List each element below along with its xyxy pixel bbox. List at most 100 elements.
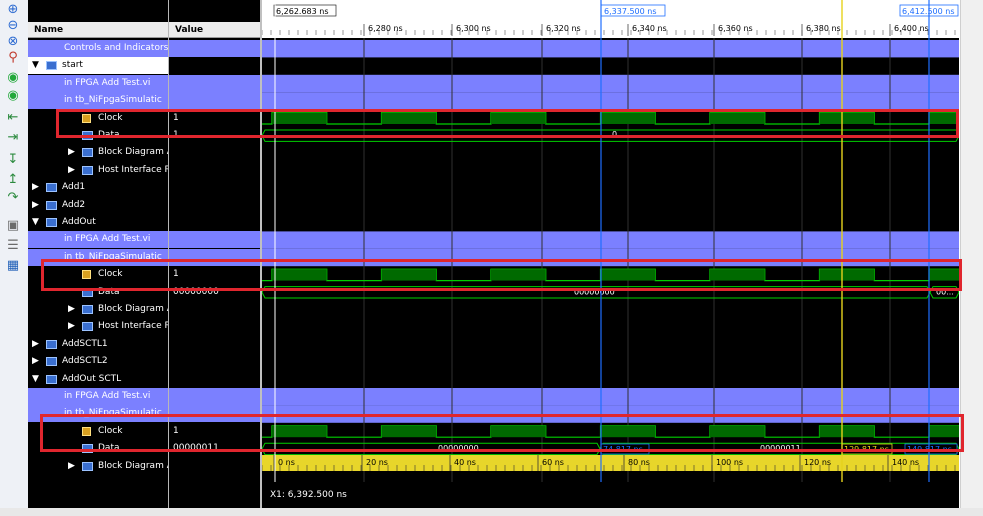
tree-row[interactable]: ▶ AddSCTL2 xyxy=(28,353,168,370)
signal-group-icon xyxy=(46,218,57,227)
value-cell xyxy=(169,179,260,196)
highlight-box-start-clock xyxy=(56,109,959,138)
debug-toolbar: ⊕ ⊖ ⊗ ⚲ ◉ ◉ ⇤ ⇥ ↧ ↥ ↷ ▣ ☰ ▦ xyxy=(0,0,29,516)
step-over-icon[interactable]: ↷ xyxy=(5,190,21,206)
tree-row-label: start xyxy=(62,60,83,71)
tree-row-label: Host Interface Re xyxy=(98,321,168,332)
value-column-header[interactable]: Value xyxy=(169,22,260,38)
expand-closed-icon[interactable]: ▶ xyxy=(32,353,39,370)
tree-row-label: in tb_NiFpgaSimulatic xyxy=(64,95,162,106)
value-cell xyxy=(169,57,260,74)
value-cell xyxy=(169,74,260,92)
signal-group-icon xyxy=(46,200,57,210)
tree-row-label: in FPGA Add Test.vi xyxy=(64,234,151,245)
tree-row[interactable]: in FPGA Add Test.vi xyxy=(28,74,168,92)
expand-closed-icon[interactable]: ▶ xyxy=(68,144,75,161)
tree-row-label: Block Diagram Ac xyxy=(98,460,168,471)
tree-row[interactable]: Controls and Indicators xyxy=(28,40,168,57)
signal-group-icon xyxy=(46,339,57,349)
section-band xyxy=(262,40,959,58)
tree-row-label: Host Interface Re xyxy=(98,164,168,175)
tree-row[interactable]: ▶ AddSCTL1 xyxy=(28,336,168,353)
tree-row[interactable]: ▼ start xyxy=(28,57,168,75)
name-column-header[interactable]: Name xyxy=(28,22,168,38)
step-out-icon[interactable]: ↥ xyxy=(5,172,21,188)
status-bar: X1: 6,392.500 ns xyxy=(262,482,959,508)
signal-group-icon xyxy=(46,374,57,384)
tree-row[interactable]: ▶ Block Diagram Ac xyxy=(28,144,168,161)
time-tick-label: 6,360 ns xyxy=(718,24,753,33)
zoom-out-icon[interactable]: ⊖ xyxy=(5,18,21,34)
expand-closed-icon[interactable]: ▶ xyxy=(68,162,75,179)
step-in-icon[interactable]: ↧ xyxy=(5,152,21,168)
marker-icon[interactable]: ⚲ xyxy=(5,50,21,66)
tree-row[interactable]: ▶ Add2 xyxy=(28,197,168,214)
signal-group-icon xyxy=(46,183,57,193)
highlight-box-addoutsctl-clock xyxy=(40,414,964,452)
zoom-fit-icon[interactable]: ⊗ xyxy=(5,34,21,50)
section-band xyxy=(262,231,959,249)
value-cell xyxy=(169,197,260,214)
value-cell xyxy=(169,353,260,370)
tree-row[interactable]: ▶ Host Interface Re xyxy=(28,318,168,335)
bottom-tick-label: 120 ns xyxy=(804,458,831,467)
signal-group-icon xyxy=(46,357,57,367)
section-band xyxy=(262,92,959,110)
signal-group-icon xyxy=(82,305,93,314)
section-band xyxy=(262,74,959,93)
tree-row-label: AddSCTL2 xyxy=(62,356,108,367)
tree-row[interactable]: ▼ AddOut xyxy=(28,214,168,231)
expand-closed-icon[interactable]: ▶ xyxy=(32,197,39,214)
signal-group-icon xyxy=(82,322,93,332)
time-tick-label: 6,300 ns xyxy=(456,24,491,33)
zoom-in-icon[interactable]: ⊕ xyxy=(5,2,21,18)
value-cell xyxy=(169,231,260,249)
expand-closed-icon[interactable]: ▶ xyxy=(32,179,39,196)
expand-closed-icon[interactable]: ▶ xyxy=(68,318,75,335)
bottom-tick-label: 0 ns xyxy=(278,458,295,467)
value-cell xyxy=(169,371,260,388)
value-cell xyxy=(169,92,260,110)
expand-closed-icon[interactable]: ▶ xyxy=(32,336,39,353)
tree-row[interactable]: ▼ AddOut SCTL xyxy=(28,371,168,388)
tree-row-label: AddOut xyxy=(62,217,96,227)
expand-open-icon[interactable]: ▼ xyxy=(32,371,39,388)
step-back-icon[interactable]: ⇤ xyxy=(5,110,21,126)
tree-row-label: Add1 xyxy=(62,182,86,193)
signal-group-icon xyxy=(82,461,93,471)
expand-open-icon[interactable]: ▼ xyxy=(32,214,39,231)
tree-row[interactable]: ▶ Host Interface Re xyxy=(28,162,168,179)
tree-row-label: in FPGA Add Test.vi xyxy=(64,77,151,88)
go-end-icon[interactable]: ◉ xyxy=(5,88,21,104)
tree-row[interactable]: ▶ Add1 xyxy=(28,179,168,196)
value-cell xyxy=(169,318,260,335)
list-view-icon[interactable]: ☰ xyxy=(5,238,21,254)
go-start-icon[interactable]: ◉ xyxy=(5,70,21,86)
step-forward-icon[interactable]: ⇥ xyxy=(5,130,21,146)
tree-row-label: Add2 xyxy=(62,199,86,210)
value-cell xyxy=(169,214,260,231)
tree-row-label: AddSCTL1 xyxy=(62,338,108,349)
start-time-label: 6,262.683 ns xyxy=(276,7,329,16)
tree-row[interactable]: in FPGA Add Test.vi xyxy=(28,231,168,249)
value-cell xyxy=(169,301,260,318)
table-view-icon[interactable]: ▦ xyxy=(5,258,21,274)
value-cell xyxy=(169,144,260,161)
tree-row[interactable]: in tb_NiFpgaSimulatic xyxy=(28,92,168,110)
time-tick-label: 6,320 ns xyxy=(546,24,581,33)
expand-closed-icon[interactable]: ▶ xyxy=(68,301,75,318)
save-icon[interactable]: ▣ xyxy=(5,218,21,234)
tree-row[interactable]: in FPGA Add Test.vi xyxy=(28,388,168,405)
tree-row-label: in FPGA Add Test.vi xyxy=(64,391,151,401)
value-cell xyxy=(169,336,260,353)
expand-open-icon[interactable]: ▼ xyxy=(32,57,39,74)
signal-group-icon xyxy=(82,165,93,175)
tree-row-label: Block Diagram Ac xyxy=(98,147,168,158)
tree-row-label: Block Diagram Ac xyxy=(98,304,168,314)
tree-row[interactable]: ▶ Block Diagram Ac xyxy=(28,458,168,475)
window-bottom-edge xyxy=(0,508,983,516)
tree-row[interactable]: ▶ Block Diagram Ac xyxy=(28,301,168,318)
expand-closed-icon[interactable]: ▶ xyxy=(68,458,75,475)
bottom-tick-label: 140 ns xyxy=(892,458,919,467)
time-tick-label: 6,280 ns xyxy=(368,24,403,33)
